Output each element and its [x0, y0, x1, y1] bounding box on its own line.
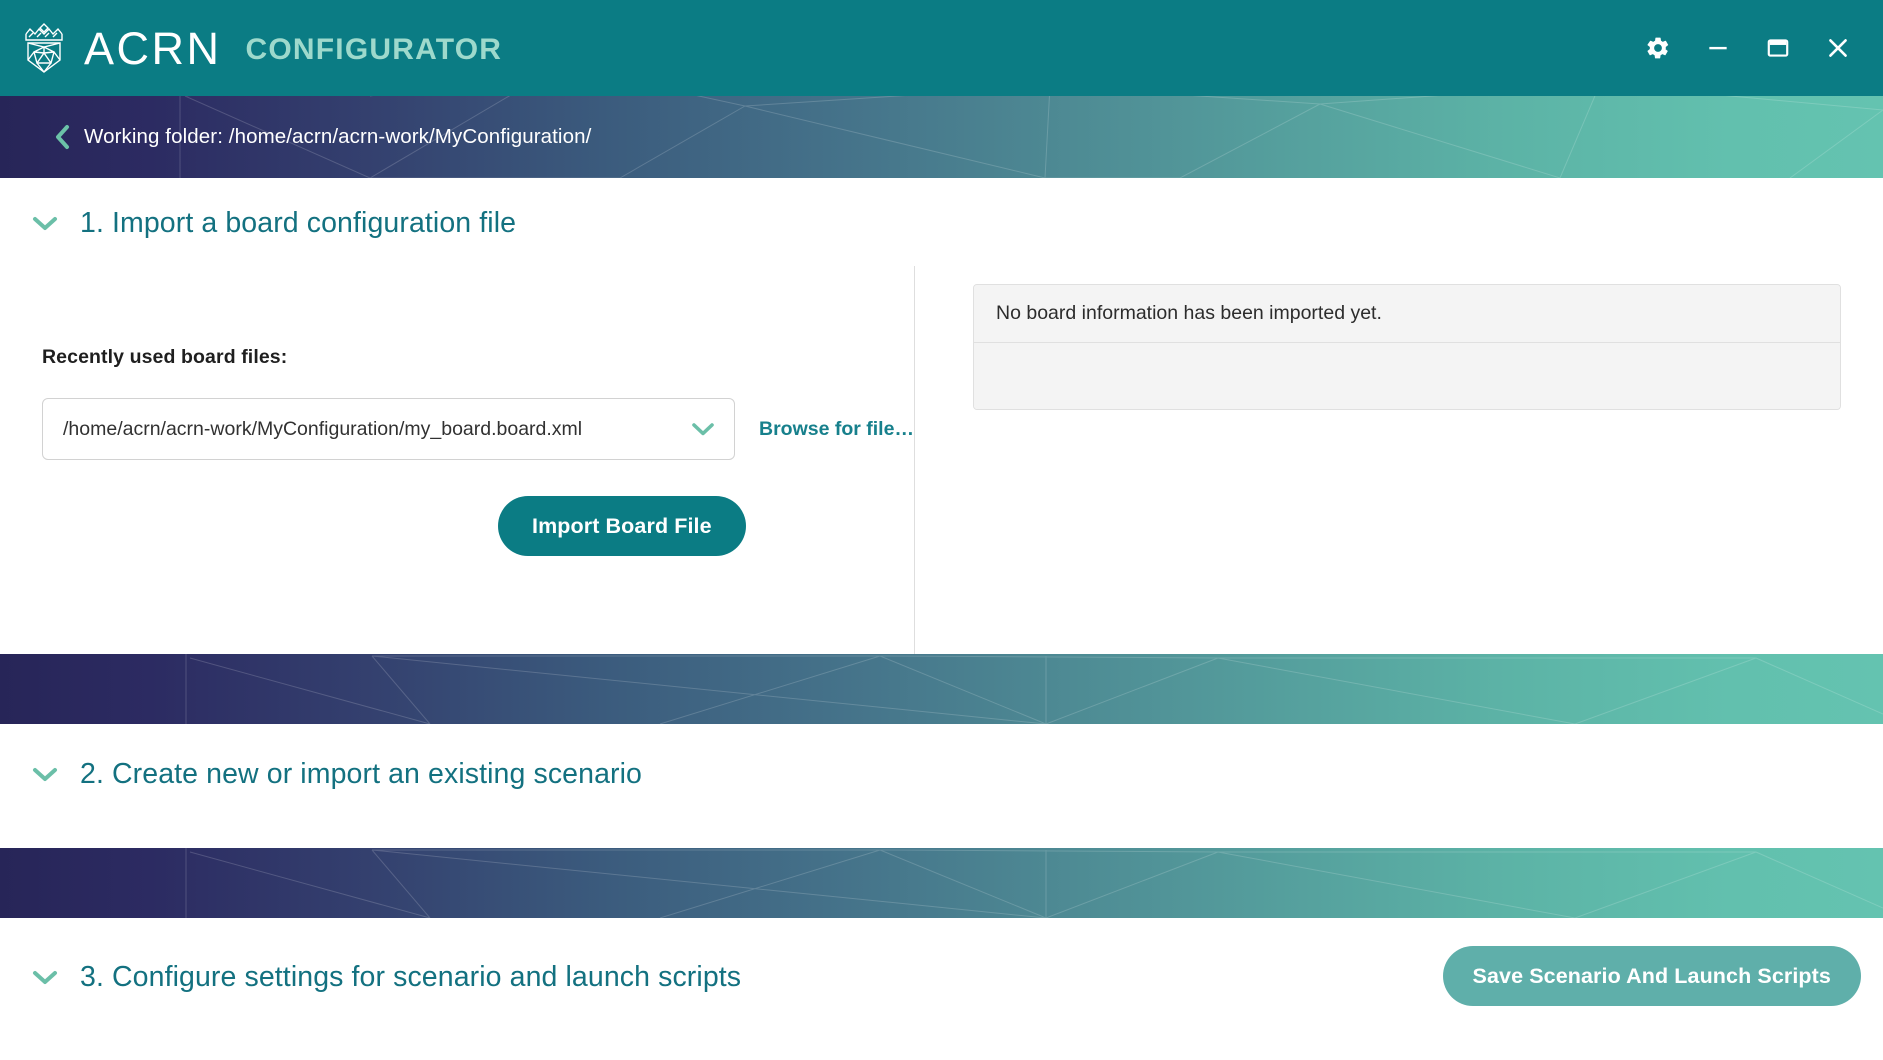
maximize-button[interactable]	[1763, 33, 1793, 63]
import-controls-pane: Recently used board files: /home/acrn/ac…	[0, 266, 915, 654]
section-import-title: 1. Import a board configuration file	[80, 206, 517, 239]
close-button[interactable]	[1823, 33, 1853, 63]
settings-button[interactable]	[1643, 33, 1673, 63]
board-info-pane: No board information has been imported y…	[915, 266, 1883, 654]
breadcrumb-banner: Working folder: /home/acrn/acrn-work/MyC…	[0, 96, 1883, 178]
mesh-pattern	[185, 654, 1883, 724]
divider-band-2	[0, 848, 1883, 918]
chevron-down-icon	[692, 423, 714, 436]
board-info-panel-body	[974, 343, 1840, 409]
mesh-pattern	[185, 848, 1883, 918]
board-info-message: No board information has been imported y…	[996, 302, 1382, 324]
section-configure: 3. Configure settings for scenario and l…	[0, 918, 1883, 1060]
maximize-icon	[1767, 39, 1789, 57]
minimize-button[interactable]	[1703, 33, 1733, 63]
title-bar: ACRN CONFIGURATOR	[0, 0, 1883, 96]
chevron-down-icon	[33, 971, 57, 984]
board-file-select[interactable]: /home/acrn/acrn-work/MyConfiguration/my_…	[42, 398, 735, 460]
section-import-header[interactable]: 1. Import a board configuration file	[0, 178, 1883, 262]
close-icon	[1829, 39, 1847, 57]
recent-files-label: Recently used board files:	[42, 346, 288, 368]
window-controls	[1643, 33, 1861, 63]
board-file-select-value: /home/acrn/acrn-work/MyConfiguration/my_…	[63, 417, 583, 440]
board-info-panel: No board information has been imported y…	[973, 284, 1841, 410]
acrn-configurator-window: ACRN CONFIGURATOR Working folder: /home/…	[0, 0, 1883, 1060]
board-file-row: /home/acrn/acrn-work/MyConfiguration/my_…	[42, 398, 914, 460]
section-scenario: 2. Create new or import an existing scen…	[0, 724, 1883, 848]
breadcrumb: Working folder: /home/acrn/acrn-work/MyC…	[0, 96, 1883, 178]
browse-for-file-link[interactable]: Browse for file…	[759, 418, 914, 441]
acrn-crown-shield-logo	[25, 23, 63, 73]
working-folder-path: Working folder: /home/acrn/acrn-work/MyC…	[84, 125, 592, 148]
brand-name: ACRN	[84, 22, 222, 74]
section-scenario-header[interactable]: 2. Create new or import an existing scen…	[0, 724, 1883, 824]
chevron-left-icon	[56, 125, 69, 149]
section-scenario-title: 2. Create new or import an existing scen…	[80, 757, 643, 790]
section-import-board: 1. Import a board configuration file Rec…	[0, 178, 1883, 654]
minimize-icon	[1709, 46, 1727, 50]
back-button[interactable]	[54, 124, 70, 150]
import-body: Recently used board files: /home/acrn/ac…	[0, 262, 1883, 654]
app-brand: ACRN CONFIGURATOR	[18, 20, 502, 76]
brand-subtitle: CONFIGURATOR	[245, 33, 503, 66]
section-configure-title: 3. Configure settings for scenario and l…	[80, 960, 742, 993]
chevron-down-icon	[33, 768, 57, 781]
chevron-down-icon	[33, 217, 57, 230]
import-board-file-button[interactable]: Import Board File	[498, 496, 746, 556]
save-scenario-and-launch-scripts-button[interactable]: Save Scenario And Launch Scripts	[1442, 946, 1861, 1006]
board-info-panel-header: No board information has been imported y…	[974, 285, 1840, 343]
import-button-wrap: Import Board File	[42, 496, 914, 556]
divider-band-1	[0, 654, 1883, 724]
gear-icon	[1647, 37, 1669, 59]
